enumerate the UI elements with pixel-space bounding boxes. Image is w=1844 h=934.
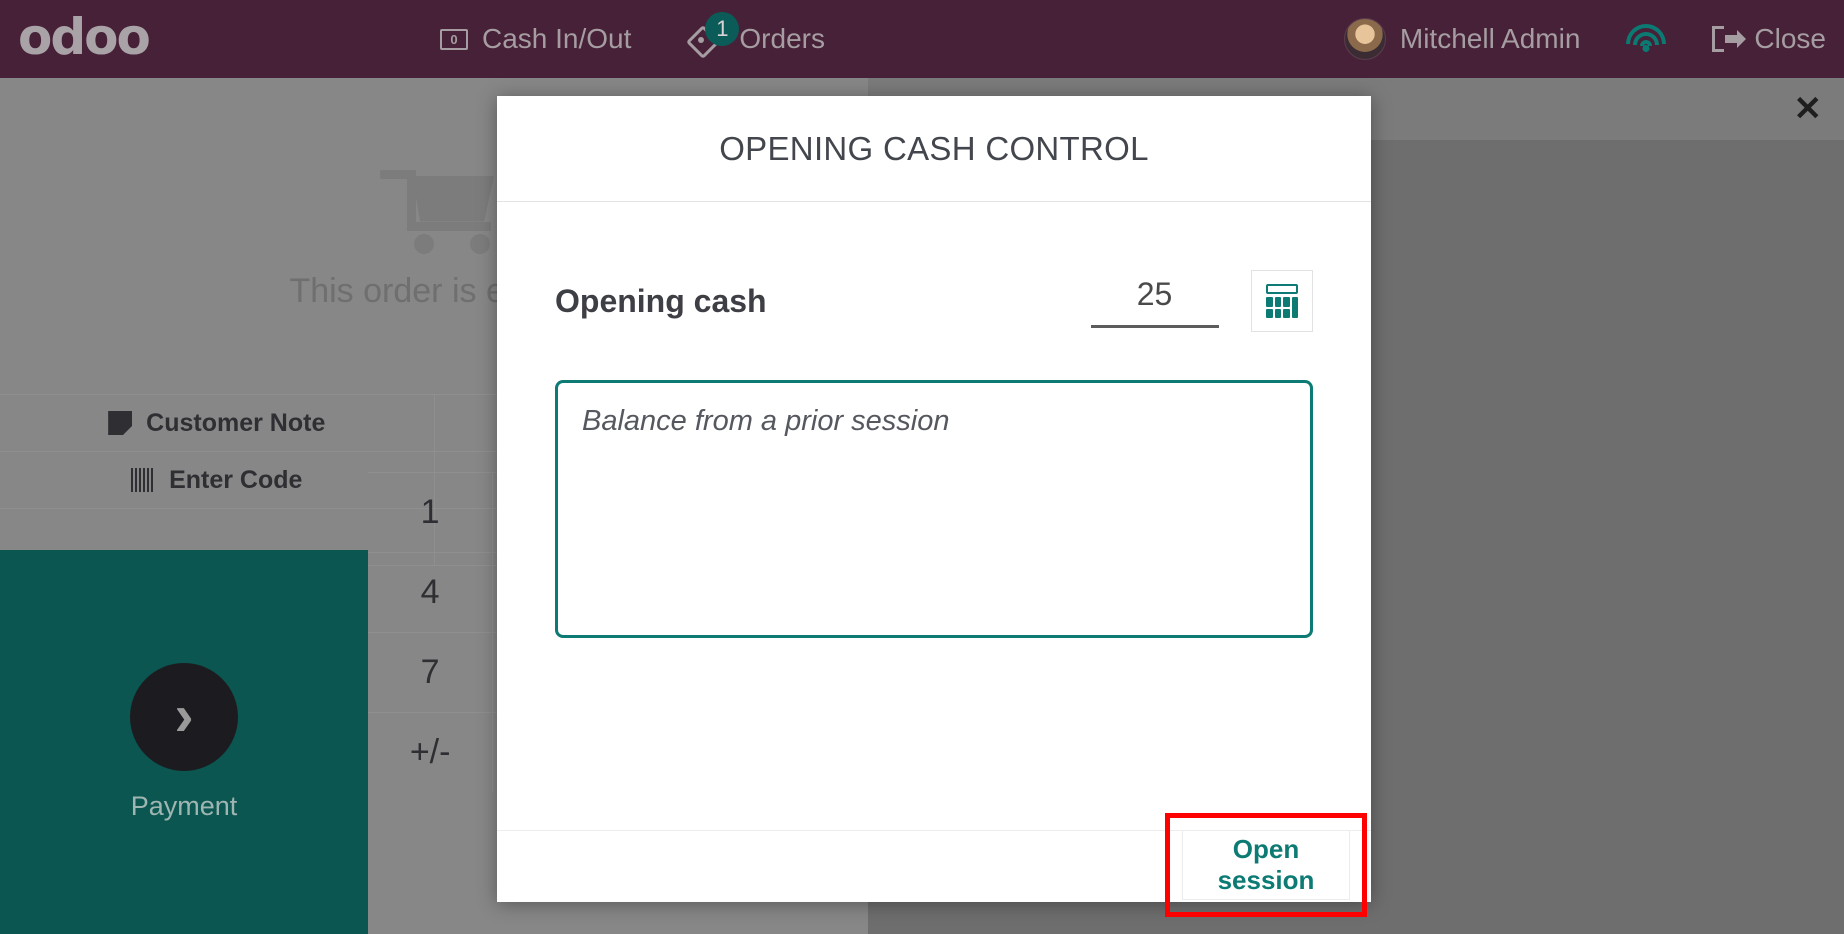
close-label: Close	[1754, 23, 1826, 54]
customer-note-button[interactable]: Customer Note	[0, 395, 435, 451]
exit-icon	[1712, 26, 1747, 52]
open-session-highlight: Open session	[1165, 813, 1367, 917]
close-icon[interactable]: ✕	[1794, 89, 1823, 129]
nav-label-orders: Orders	[739, 23, 825, 54]
chevron-right-icon: ›	[130, 662, 238, 771]
enter-code-label: Enter Code	[169, 465, 303, 494]
calculator-icon	[1266, 284, 1298, 318]
numpad-key-sign[interactable]: +/-	[368, 713, 494, 792]
cash-icon: 0	[440, 28, 468, 50]
nav-label-cash-in-out: Cash In/Out	[482, 23, 632, 54]
open-session-button[interactable]: Open session	[1182, 830, 1350, 900]
navbar-center-items: 0 Cash In/Out 1 Orders	[440, 0, 825, 78]
nav-item-orders[interactable]: 1 Orders	[686, 12, 825, 59]
dialog-body: Opening cash	[497, 202, 1371, 830]
orders-tag-icon: 1	[686, 12, 740, 59]
user-name-label: Mitchell Admin	[1399, 23, 1581, 54]
shopping-cart-icon	[374, 162, 494, 258]
top-navbar: odoo 0 Cash In/Out 1 Orders Mitchell Adm…	[0, 0, 1844, 78]
odoo-logo[interactable]: odoo	[18, 8, 151, 66]
opening-note-textarea[interactable]	[555, 380, 1313, 638]
user-menu[interactable]: Mitchell Admin	[1343, 18, 1581, 60]
close-button[interactable]: Close	[1712, 23, 1826, 55]
nav-item-cash-in-out[interactable]: 0 Cash In/Out	[440, 23, 631, 55]
dialog-header: OPENING CASH CONTROL	[497, 96, 1371, 202]
pos-screen: odoo 0 Cash In/Out 1 Orders Mitchell Adm…	[0, 0, 1844, 934]
opening-cash-control-dialog: OPENING CASH CONTROL Opening cash 25 Bal…	[497, 96, 1371, 917]
opening-cash-input[interactable]	[1090, 276, 1219, 329]
numpad-key-7[interactable]: 7	[368, 633, 494, 712]
avatar	[1343, 18, 1386, 60]
opening-cash-input-wrap	[1090, 270, 1313, 332]
note-icon	[108, 411, 133, 435]
barcode-icon	[131, 468, 156, 492]
opening-cash-row: Opening cash	[555, 270, 1313, 332]
customer-note-label: Customer Note	[146, 408, 326, 437]
wifi-icon[interactable]	[1624, 24, 1668, 54]
payment-label: Payment	[130, 790, 238, 821]
dialog-footer: Open session	[497, 813, 1371, 917]
payment-button[interactable]: › Payment	[0, 550, 368, 934]
calculator-button[interactable]	[1251, 270, 1313, 332]
orders-badge-count: 1	[705, 12, 740, 46]
opening-cash-label: Opening cash	[555, 282, 767, 319]
numpad-key-4[interactable]: 4	[368, 553, 494, 632]
navbar-right-items: Mitchell Admin Close	[1343, 0, 1826, 78]
dialog-title: OPENING CASH CONTROL	[719, 129, 1149, 167]
numpad-key-1[interactable]: 1	[368, 473, 494, 552]
